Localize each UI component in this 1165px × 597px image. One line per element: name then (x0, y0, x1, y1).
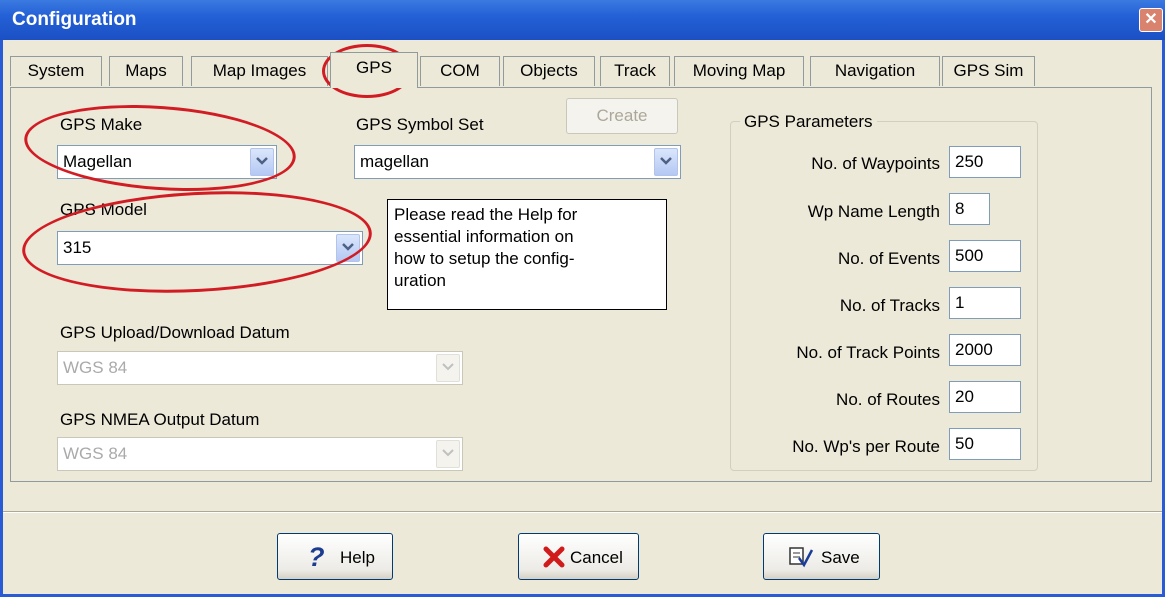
events-field[interactable]: 500 (949, 240, 1021, 272)
help-note-line: uration (394, 271, 446, 290)
routes-field[interactable]: 20 (949, 381, 1021, 413)
track-points-field[interactable]: 2000 (949, 334, 1021, 366)
gps-model-select[interactable]: 315 (57, 231, 363, 265)
cancel-button[interactable]: Cancel (518, 533, 639, 580)
upload-datum-select[interactable]: WGS 84 (57, 351, 463, 385)
window-title: Configuration (12, 9, 137, 30)
save-button[interactable]: Save (763, 533, 880, 580)
gps-model-value: 315 (63, 238, 92, 257)
tab-system[interactable]: System (10, 56, 102, 86)
chevron-down-icon[interactable] (250, 148, 274, 176)
tab-gps[interactable]: GPS (330, 52, 418, 88)
tab-track[interactable]: Track (600, 56, 670, 86)
nmea-datum-value: WGS 84 (63, 444, 128, 463)
chevron-down-icon (436, 440, 460, 468)
gps-symbol-set-select[interactable]: magellan (354, 145, 681, 179)
save-button-label: Save (821, 548, 860, 567)
cancel-button-label: Cancel (570, 548, 623, 567)
param-label: No. of Tracks (839, 296, 940, 315)
nmea-datum-label: GPS NMEA Output Datum (60, 410, 260, 429)
param-label: No. Wp's per Route (792, 437, 940, 456)
help-note: Please read the Help for essential infor… (387, 199, 667, 310)
param-label: Wp Name Length (807, 202, 940, 221)
gps-make-value: Magellan (63, 152, 132, 171)
gps-make-select[interactable]: Magellan (57, 145, 277, 179)
tab-gps-sim[interactable]: GPS Sim (942, 56, 1035, 86)
tab-maps[interactable]: Maps (109, 56, 183, 86)
question-mark-icon: ? (308, 542, 325, 572)
help-button[interactable]: ? Help (277, 533, 393, 580)
gps-parameters-title: GPS Parameters (740, 112, 877, 132)
red-x-icon (543, 546, 565, 573)
help-button-label: Help (340, 548, 375, 567)
tracks-field[interactable]: 1 (949, 287, 1021, 319)
tab-moving-map[interactable]: Moving Map (674, 56, 804, 86)
tab-objects[interactable]: Objects (503, 56, 595, 86)
gps-symbol-set-label: GPS Symbol Set (356, 115, 484, 134)
help-note-line: essential information on (394, 227, 574, 246)
gps-make-label: GPS Make (60, 115, 143, 134)
save-check-icon (788, 546, 814, 573)
param-label: No. of Routes (836, 390, 940, 409)
chevron-down-icon[interactable] (654, 148, 678, 176)
gps-model-label: GPS Model (60, 200, 147, 219)
wp-name-length-field[interactable]: 8 (949, 193, 990, 225)
chevron-down-icon (436, 354, 460, 382)
param-label: No. of Waypoints (811, 154, 940, 173)
title-bar: Configuration ✕ (0, 0, 1165, 40)
divider (3, 511, 1162, 513)
nmea-datum-select[interactable]: WGS 84 (57, 437, 463, 471)
create-button[interactable]: Create (566, 98, 678, 134)
tab-map-images[interactable]: Map Images (191, 56, 328, 86)
chevron-down-icon[interactable] (336, 234, 360, 262)
param-label: No. of Events (837, 249, 940, 268)
param-label: No. of Track Points (796, 343, 940, 362)
gps-symbol-set-value: magellan (360, 152, 429, 171)
help-note-line: how to setup the config- (394, 249, 575, 268)
waypoints-field[interactable]: 250 (949, 146, 1021, 178)
upload-datum-value: WGS 84 (63, 358, 128, 377)
upload-datum-label: GPS Upload/Download Datum (60, 323, 290, 342)
help-note-line: Please read the Help for (394, 205, 578, 224)
tab-com[interactable]: COM (420, 56, 500, 86)
wp-per-route-field[interactable]: 50 (949, 428, 1021, 460)
close-icon[interactable]: ✕ (1139, 8, 1163, 32)
tab-navigation[interactable]: Navigation (810, 56, 940, 86)
